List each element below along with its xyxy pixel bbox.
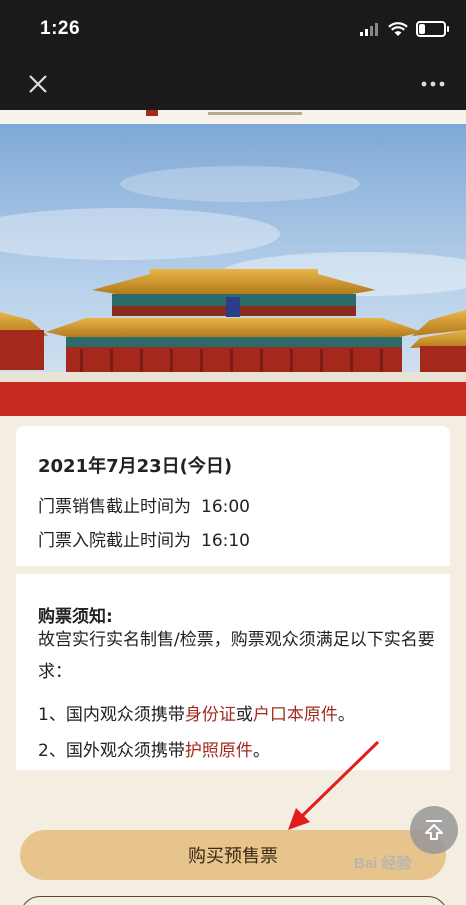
rule2-end: 。 — [252, 741, 270, 761]
buy-button-label: 购买预售票 — [188, 846, 278, 867]
scroll-to-top-icon — [425, 820, 443, 840]
visit-date: 2021年7月23日(今日) — [38, 456, 233, 477]
baidu-jingyan-watermark: Bai 经验 — [354, 855, 412, 872]
passport-link: 护照原件 — [184, 741, 253, 761]
rule1-or: 或 — [235, 705, 253, 725]
rule1-prefix: 1、国内观众须携带 — [38, 705, 185, 725]
battery-icon — [416, 21, 449, 37]
entry-deadline-time: 16:10 — [201, 531, 250, 551]
notice-text: 故宫实行实名制售/检票，购票观众须满足以下实名要求： — [38, 630, 435, 682]
nav-bar — [0, 58, 466, 110]
signal-icon — [360, 23, 378, 36]
more-dots-icon[interactable] — [418, 72, 448, 96]
status-time: 1:26 — [40, 18, 81, 39]
status-icons — [360, 20, 449, 38]
rule-foreign: 2、国外观众须携带护照原件。 — [38, 736, 270, 761]
rule1-end: 。 — [337, 705, 355, 725]
ticket-info-card: 2021年7月23日(今日) 门票销售截止时间为 16:00 门票入院截止时间为 1… — [16, 426, 450, 776]
status-bar: 1:26 — [0, 0, 466, 58]
secondary-button[interactable] — [20, 896, 448, 905]
household-register-link: 户口本原件 — [252, 705, 338, 725]
wifi-icon — [388, 21, 408, 36]
sale-deadline-label: 门票销售截止时间为 — [38, 497, 191, 517]
forbidden-city-banner — [0, 124, 466, 416]
divider — [16, 566, 450, 574]
id-card-link: 身份证 — [184, 705, 236, 725]
close-icon[interactable] — [24, 70, 52, 98]
sale-deadline: 门票销售截止时间为 16:00 — [38, 492, 250, 517]
rule-domestic: 1、国内观众须携带身份证或户口本原件。 — [38, 700, 355, 725]
rule2-prefix: 2、国外观众须携带 — [38, 741, 185, 761]
page-content: 2021年7月23日(今日) 门票销售截止时间为 16:00 门票入院截止时间为 1… — [0, 110, 466, 905]
entry-deadline-label: 门票入院截止时间为 — [38, 531, 191, 551]
scroll-to-top-button[interactable] — [410, 806, 458, 854]
palace-museum-logo — [146, 110, 302, 116]
entry-deadline: 门票入院截止时间为 16:10 — [38, 526, 250, 551]
sale-deadline-time: 16:00 — [201, 497, 250, 517]
logo-strip — [0, 110, 466, 124]
